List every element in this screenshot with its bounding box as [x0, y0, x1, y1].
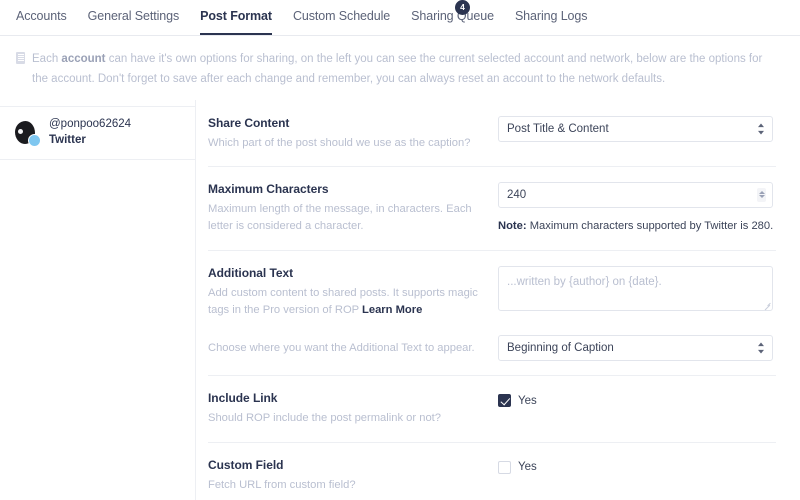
custom-field-label-col: Custom Field Fetch URL from custom field… [208, 458, 498, 494]
include-link-label-col: Include Link Should ROP include the post… [208, 391, 498, 427]
number-stepper-icon[interactable] [757, 187, 766, 202]
share-content-select[interactable]: Post Title & Content [498, 115, 773, 142]
additional-text-desc: Add custom content to shared posts. It s… [208, 285, 480, 320]
custom-field-title: Custom Field [208, 457, 284, 472]
account-meta: @ponpoo62624 Twitter [49, 117, 131, 149]
accounts-sidebar: @ponpoo62624 Twitter [0, 99, 196, 500]
share-content-desc: Which part of the post should we use as … [208, 136, 471, 149]
tab-custom-schedule[interactable]: Custom Schedule [293, 0, 390, 35]
info-notice: Each account can have it's own options f… [0, 36, 800, 100]
document-lines-icon [16, 52, 25, 64]
additional-text-main: Additional Text Add custom content to sh… [208, 265, 776, 320]
row-maximum-characters: Maximum Characters Maximum length of the… [208, 167, 776, 251]
additional-text-position-select[interactable]: Beginning of Caption [498, 335, 773, 362]
tab-accounts[interactable]: Accounts [16, 0, 67, 35]
notice-rest: can have it's own options for sharing, o… [32, 53, 763, 85]
additional-text-label-col: Additional Text Add custom content to sh… [208, 266, 498, 320]
additional-text-position-select-wrap: Beginning of Caption [498, 335, 773, 362]
additional-text-textarea[interactable]: ...written by {author} on {date}. [498, 265, 773, 311]
notice-lead: Each [32, 53, 62, 65]
additional-text-desc-1: Add custom content to shared posts. It s… [208, 286, 478, 316]
maximum-characters-title: Maximum Characters [208, 181, 329, 196]
maximum-characters-desc: Maximum length of the message, in charac… [208, 202, 472, 233]
include-link-desc: Should ROP include the post permalink or… [208, 412, 442, 425]
include-link-checkbox[interactable] [498, 394, 511, 408]
tab-sharing-queue[interactable]: Sharing Queue [411, 0, 494, 35]
additional-text-position-row: Choose where you want the Additional Tex… [208, 335, 776, 362]
custom-field-checkbox-label: Yes [518, 461, 537, 474]
share-content-title: Share Content [208, 115, 290, 130]
custom-field-checkbox[interactable] [498, 460, 511, 474]
tab-sharing-logs[interactable]: Sharing Logs [515, 0, 588, 35]
twitter-badge-icon [28, 133, 41, 147]
post-format-form: Share Content Which part of the post sho… [196, 100, 800, 500]
custom-field-checkbox-line[interactable]: Yes [498, 458, 776, 474]
include-link-checkbox-line[interactable]: Yes [498, 391, 776, 408]
additional-text-textarea-wrap: ...written by {author} on {date}. [498, 265, 773, 311]
custom-field-desc: Fetch URL from custom field? [208, 478, 356, 491]
note-text: Maximum characters supported by Twitter … [526, 219, 774, 232]
additional-text-position-field: Beginning of Caption [498, 335, 776, 362]
row-include-link: Include Link Should ROP include the post… [208, 376, 776, 443]
tab-post-format[interactable]: Post Format [200, 0, 272, 35]
tab-general-settings[interactable]: General Settings [88, 0, 180, 35]
additional-text-field-col: ...written by {author} on {date}. [498, 265, 776, 311]
share-content-label-col: Share Content Which part of the post sho… [208, 116, 498, 152]
row-share-content: Share Content Which part of the post sho… [208, 100, 776, 167]
settings-page: Accounts General Settings Post Format Cu… [0, 0, 800, 500]
include-link-checkbox-label: Yes [518, 394, 537, 407]
share-content-field-col: Post Title & Content [498, 115, 776, 142]
maximum-characters-label-col: Maximum Characters Maximum length of the… [208, 182, 498, 236]
row-custom-field: Custom Field Fetch URL from custom field… [208, 443, 776, 500]
notification-badge: 4 [455, 0, 470, 15]
additional-text-title: Additional Text [208, 265, 294, 280]
maximum-characters-input[interactable]: 240 [498, 181, 773, 208]
row-additional-text: Additional Text Add custom content to sh… [208, 251, 776, 377]
notice-bold-account: account [61, 53, 106, 65]
additional-text-block: Additional Text Add custom content to sh… [208, 265, 776, 362]
account-handle: @ponpoo62624 [49, 117, 132, 130]
stepper-down-icon[interactable] [758, 195, 765, 199]
account-network: Twitter [49, 134, 86, 147]
tab-bar: Accounts General Settings Post Format Cu… [0, 0, 800, 36]
share-content-select-wrap: Post Title & Content [498, 115, 773, 142]
sidebar-account-item[interactable]: @ponpoo62624 Twitter [0, 105, 195, 160]
custom-field-field-col: Yes [498, 458, 776, 474]
note-label: Note: [498, 219, 527, 232]
include-link-title: Include Link [208, 391, 278, 406]
maximum-characters-input-wrap: 240 [498, 181, 773, 208]
info-notice-text: Each account can have it's own options f… [32, 50, 774, 90]
maximum-characters-note: Note: Maximum characters supported by Tw… [498, 219, 776, 235]
additional-text-learn-more-link[interactable]: Learn More [362, 304, 422, 316]
avatar [14, 120, 41, 147]
settings-body: @ponpoo62624 Twitter Share Content Which… [0, 99, 800, 500]
include-link-field-col: Yes [498, 391, 776, 408]
maximum-characters-field-col: 240 Note: Maximum characters supported b… [498, 181, 776, 235]
additional-text-position-label: Choose where you want the Additional Tex… [208, 342, 475, 355]
stepper-up-icon[interactable] [758, 191, 765, 195]
